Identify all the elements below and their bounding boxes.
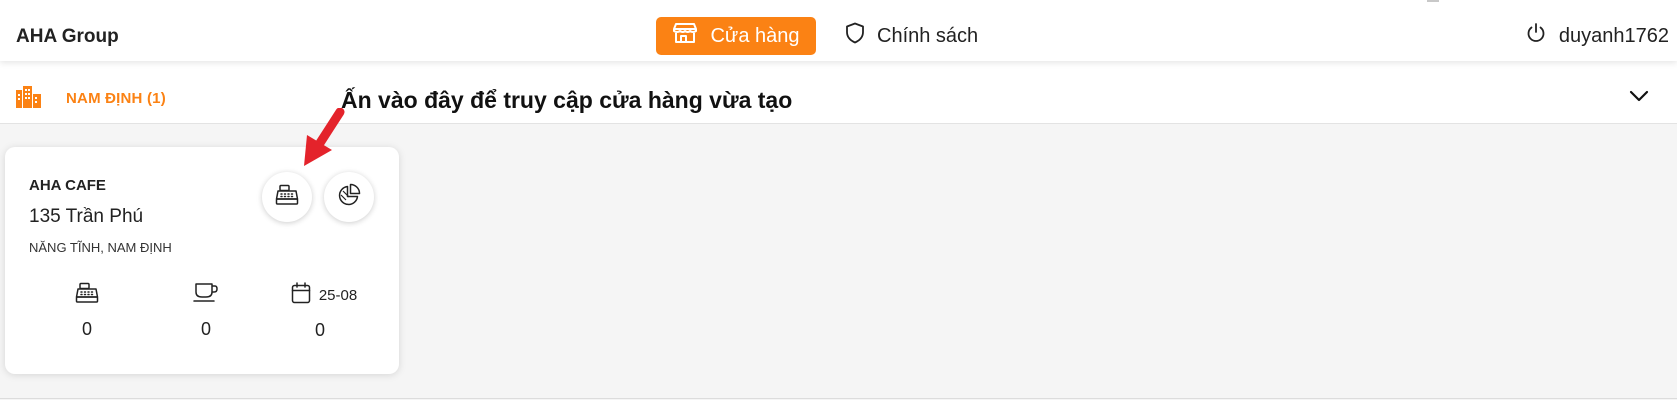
store-icon	[672, 22, 710, 50]
red-arrow-icon	[296, 107, 348, 175]
stat-pos-value: 0	[81, 319, 92, 339]
stat-date-label: 25-08	[318, 286, 358, 304]
stat-drinks-value: 0	[200, 319, 211, 339]
user-menu[interactable]: duyanh1762	[1525, 20, 1669, 52]
store-card[interactable]: AHA CAFE 135 Trần Phú NĂNG TĨNH, NAM ĐỊN…	[5, 147, 399, 374]
stat-pos: 0	[62, 282, 112, 340]
open-report-button[interactable]	[324, 172, 374, 222]
store-name: AHA CAFE	[29, 177, 106, 194]
username: duyanh1762	[1558, 24, 1669, 47]
cash-register-icon	[75, 282, 99, 309]
city-icon	[15, 85, 42, 113]
region-title: NAM ĐỊNH (1)	[66, 90, 166, 107]
cash-register-icon	[275, 184, 299, 211]
coffee-cup-icon	[193, 282, 219, 309]
divider	[0, 398, 1677, 399]
top-edge-mark	[1427, 0, 1439, 2]
pie-chart-icon	[337, 183, 361, 212]
open-pos-button[interactable]	[262, 172, 312, 222]
power-icon[interactable]	[1525, 22, 1559, 50]
shield-icon	[845, 22, 877, 50]
brand-name[interactable]: AHA Group	[16, 26, 119, 48]
nav-tab-policy[interactable]: Chính sách	[845, 17, 978, 55]
stat-drinks: 0	[181, 282, 231, 340]
top-navbar: AHA Group Cửa hàng Chính sách duyanh1762	[0, 0, 1677, 61]
calendar-icon	[291, 282, 311, 308]
chevron-down-icon[interactable]	[1629, 89, 1649, 107]
store-address: 135 Trần Phú	[29, 206, 144, 227]
nav-tab-stores[interactable]: Cửa hàng	[656, 17, 816, 55]
nav-tab-stores-label: Cửa hàng	[710, 24, 800, 47]
stat-date: 25-08 0	[280, 282, 360, 341]
tutorial-annotation: Ấn vào đây để truy cập cửa hàng vừa tạo	[341, 87, 793, 113]
stat-date-value: 0	[314, 320, 325, 340]
region-header[interactable]: NAM ĐỊNH (1)	[0, 61, 1677, 124]
nav-tab-policy-label: Chính sách	[877, 24, 979, 47]
store-area: NĂNG TĨNH, NAM ĐỊNH	[29, 240, 172, 255]
